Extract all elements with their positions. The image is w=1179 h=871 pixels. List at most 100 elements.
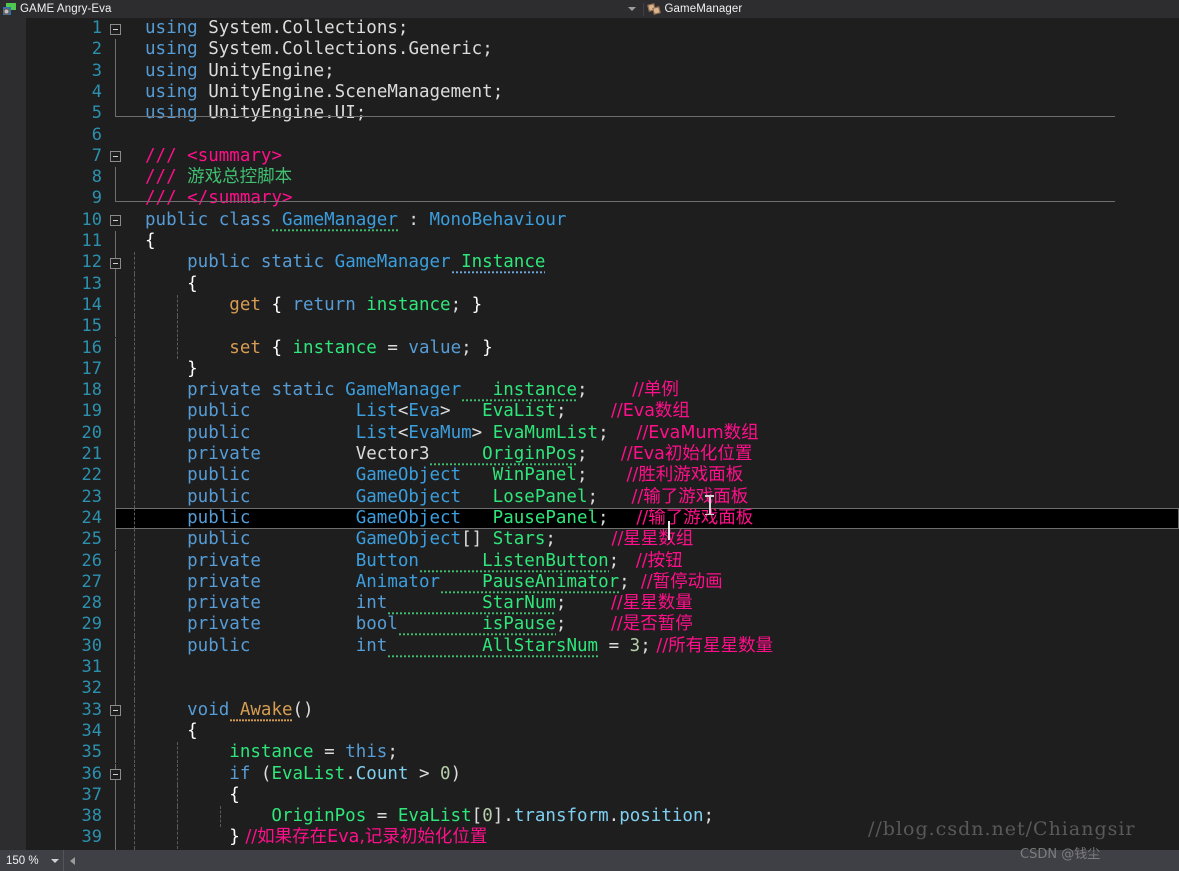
code-line[interactable]: 23 public GameObject LosePanel; //输了游戏面板 — [26, 486, 1179, 508]
code-line[interactable]: 31 — [26, 657, 1179, 679]
code-line[interactable]: 14 get { return instance; } — [26, 294, 1179, 317]
line-number: 22 — [81, 465, 102, 486]
code-text[interactable]: { — [145, 721, 198, 742]
chevron-down-icon[interactable] — [50, 858, 59, 863]
code-text[interactable]: public static GameManager Instance — [145, 252, 546, 275]
code-text[interactable]: private int StarNum; //星星数量 — [145, 593, 693, 616]
code-line[interactable]: 21 private Vector3 OriginPos; //Eva初始化位置 — [26, 444, 1179, 466]
code-fold-toggle[interactable] — [110, 23, 121, 35]
code-line[interactable]: 18 private static GameManager instance; … — [26, 380, 1179, 403]
code-token: PauseAnimator — [440, 571, 620, 594]
code-line[interactable]: 37 { — [26, 784, 1179, 807]
chevron-down-icon[interactable] — [627, 7, 636, 11]
code-text[interactable]: } //如果存在Eva,记录初始化位置 — [145, 827, 487, 848]
code-fold-toggle[interactable] — [110, 769, 121, 780]
code-line[interactable]: 4 using UnityEngine.SceneManagement; — [26, 81, 1179, 104]
code-line[interactable]: 10 public class GameManager : MonoBehavio… — [26, 209, 1179, 232]
code-text[interactable]: { — [145, 274, 198, 295]
code-text[interactable]: private Animator PauseAnimator; //暂停动画 — [145, 571, 723, 594]
code-text[interactable]: using UnityEngine.SceneManagement; — [145, 82, 503, 103]
code-line[interactable]: 27 private Animator PauseAnimator; //暂停动… — [26, 571, 1179, 594]
code-text[interactable]: void Awake() — [145, 699, 314, 722]
code-line[interactable]: 8 /// 游戏总控脚本 — [26, 167, 1179, 189]
code-text[interactable]: public class GameManager : MonoBehaviour — [145, 209, 567, 232]
code-line[interactable]: 9 /// </summary> — [26, 188, 1179, 209]
indent-guide — [134, 550, 136, 572]
code-line[interactable]: 20 public List<EvaMum> EvaMumList; //Eva… — [26, 422, 1179, 444]
code-text[interactable]: set { instance = value; } — [145, 338, 492, 359]
code-line[interactable]: 6 — [26, 125, 1179, 146]
horizontal-scrollbar-track[interactable] — [80, 850, 1179, 871]
code-text[interactable]: using System.Collections; — [145, 18, 408, 39]
code-fold-toggle[interactable] — [110, 705, 121, 717]
zoom-level-selector[interactable]: 150 % — [0, 850, 63, 871]
code-line[interactable]: 13 { — [26, 273, 1179, 295]
code-text[interactable]: { — [145, 785, 240, 806]
code-text[interactable]: get { return instance; } — [145, 295, 482, 316]
code-token: class — [208, 209, 272, 230]
code-text[interactable]: public GameObject[] Stars; //星星数组 — [145, 529, 693, 550]
code-text[interactable]: public int AllStarsNum = 3; //所有星星数量 — [145, 635, 773, 658]
code-token: public — [145, 209, 209, 230]
code-line[interactable]: 5 using UnityEngine.UI; — [26, 103, 1179, 124]
code-fold-toggle[interactable] — [110, 151, 121, 163]
code-text[interactable]: private bool isPause; //是否暂停 — [145, 614, 693, 637]
code-line[interactable]: 16 set { instance = value; } — [26, 337, 1179, 359]
code-line[interactable]: 7 /// <summary> — [26, 146, 1179, 167]
code-line[interactable]: 33 void Awake() — [26, 699, 1179, 722]
code-fold-toggle[interactable] — [110, 257, 121, 269]
code-line[interactable]: 28 private int StarNum; //星星数量 — [26, 593, 1179, 616]
code-text[interactable]: private Button ListenButton; //按钮 — [145, 550, 683, 573]
code-line[interactable]: 25 public GameObject[] Stars; //星星数组 — [26, 529, 1179, 551]
code-line[interactable]: 12 public static GameManager Instance — [26, 252, 1179, 275]
code-line[interactable]: 39 } //如果存在Eva,记录初始化位置 — [26, 827, 1179, 849]
code-text[interactable]: /// </summary> — [145, 188, 293, 209]
code-text[interactable]: using System.Collections.Generic; — [145, 39, 493, 60]
horizontal-scroll-left-button[interactable] — [63, 850, 81, 871]
code-text[interactable]: using UnityEngine; — [145, 61, 335, 82]
code-line[interactable]: 3 using UnityEngine; — [26, 60, 1179, 82]
code-line[interactable]: 30 public int AllStarsNum = 3; //所有星星数量 — [26, 635, 1179, 658]
code-text[interactable]: public GameObject PausePanel; //输了游戏面板 — [145, 508, 753, 529]
code-token: EvaMumList — [482, 422, 599, 443]
code-text[interactable]: private static GameManager instance; //单… — [145, 380, 679, 403]
code-line[interactable]: 11 { — [26, 231, 1179, 253]
code-editor[interactable]: 1 using System.Collections; 2 using System.… — [0, 18, 1179, 850]
code-line[interactable]: 1 using System.Collections; — [26, 18, 1179, 39]
tab-gamemanager[interactable]: GameManager — [644, 0, 749, 18]
code-token: MonoBehaviour — [429, 209, 567, 230]
code-text[interactable]: OriginPos = EvaList[0].transform.positio… — [145, 806, 714, 827]
code-text[interactable]: public GameObject LosePanel; //输了游戏面板 — [145, 487, 748, 508]
code-token: ; — [555, 614, 567, 635]
code-text[interactable]: public GameObject WinPanel; //胜利游戏面板 — [145, 465, 743, 486]
code-text[interactable]: public List<EvaMum> EvaMumList; //EvaMum… — [145, 422, 758, 444]
code-line[interactable]: 22 public GameObject WinPanel; //胜利游戏面板 — [26, 465, 1179, 487]
code-line[interactable]: 19 public List<Eva> EvaList; //Eva数组 — [26, 401, 1179, 423]
code-line[interactable]: 2 using System.Collections.Generic; — [26, 39, 1179, 61]
code-text[interactable]: /// 游戏总控脚本 — [145, 167, 292, 188]
code-line[interactable]: 32 — [26, 678, 1179, 700]
line-number: 7 — [91, 145, 102, 166]
code-line[interactable]: 38 OriginPos = EvaList[0].transform.posi… — [26, 806, 1179, 828]
code-line[interactable]: 35 instance = this; — [26, 742, 1179, 764]
code-text[interactable]: { — [145, 231, 156, 252]
code-text[interactable]: instance = this; — [145, 742, 398, 763]
code-line[interactable]: 26 private Button ListenButton; //按钮 — [26, 550, 1179, 573]
code-line-current[interactable]: 24 public GameObject PausePanel; //输了游戏面… — [26, 507, 1179, 530]
code-text[interactable]: } — [145, 359, 198, 380]
code-text[interactable]: public List<Eva> EvaList; //Eva数组 — [145, 401, 690, 422]
code-fold-toggle[interactable] — [110, 215, 121, 227]
code-text[interactable]: using UnityEngine.UI; — [145, 103, 366, 124]
code-line[interactable]: 15 — [26, 316, 1179, 338]
code-text[interactable]: /// <summary> — [145, 146, 282, 167]
code-text[interactable]: if (EvaList.Count > 0) — [145, 764, 461, 785]
code-line[interactable]: 34 { — [26, 720, 1179, 743]
line-number: 15 — [81, 316, 102, 337]
code-line[interactable]: 17 } — [26, 358, 1179, 381]
code-text[interactable]: private Vector3 OriginPos; //Eva初始化位置 — [145, 444, 752, 466]
code-line[interactable]: 36 if (EvaList.Count > 0) — [26, 763, 1179, 785]
code-token: Stars — [482, 529, 546, 550]
tab-game-angry-eva[interactable]: GAME Angry-Eva — [0, 0, 118, 18]
code-line[interactable]: 29 private bool isPause; //是否暂停 — [26, 614, 1179, 637]
code-lines-container[interactable]: 1 using System.Collections; 2 using System.… — [26, 18, 1179, 850]
